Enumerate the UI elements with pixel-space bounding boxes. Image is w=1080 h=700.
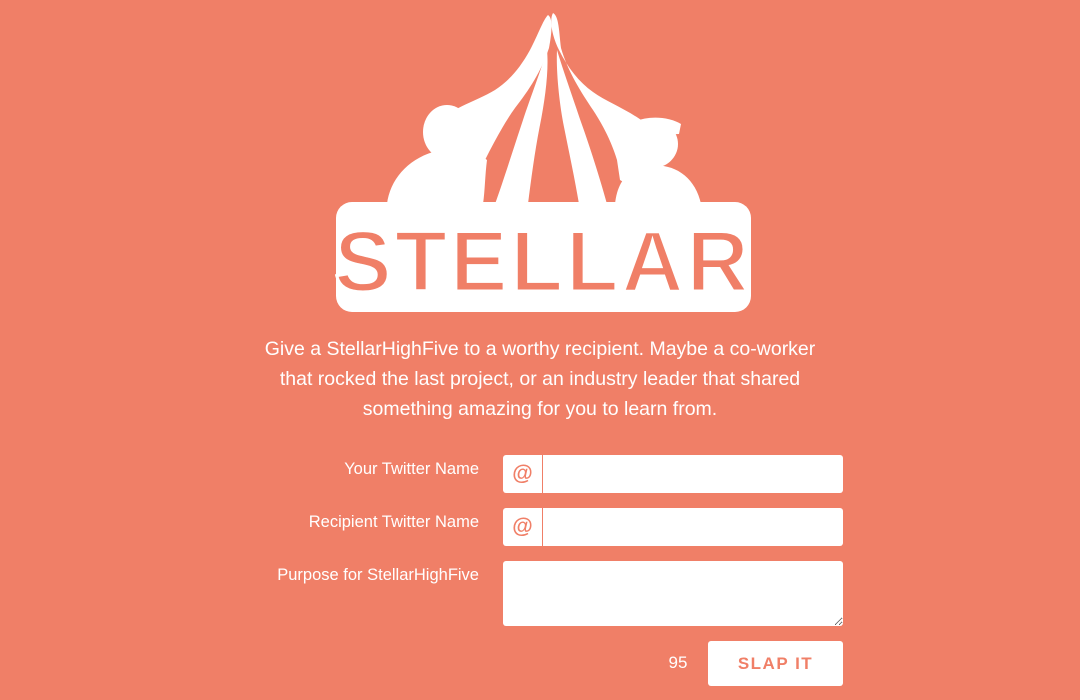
at-sign-icon: @	[503, 508, 543, 546]
high-five-silhouette-icon	[387, 13, 701, 204]
page: STELLAR STELLAR Give a StellarHighFive t…	[0, 0, 1080, 700]
purpose-textarea[interactable]	[503, 561, 843, 626]
stellar-logo: STELLAR STELLAR	[335, 10, 752, 314]
your-twitter-field: @	[503, 455, 843, 493]
stellar-wordmark-inline: STELLAR	[335, 214, 752, 310]
purpose-label: Purpose for StellarHighFive	[277, 566, 479, 584]
your-twitter-input[interactable]	[543, 455, 843, 493]
character-counter: 95	[668, 653, 688, 672]
recipient-twitter-input[interactable]	[543, 508, 843, 546]
recipient-twitter-label: Recipient Twitter Name	[308, 513, 479, 531]
your-twitter-label: Your Twitter Name	[344, 460, 479, 478]
purpose-field	[503, 561, 843, 626]
intro-text: Give a StellarHighFive to a worthy recip…	[264, 338, 816, 420]
slap-it-button[interactable]: SLAP IT	[708, 641, 843, 686]
at-sign-icon: @	[503, 455, 543, 493]
recipient-twitter-field: @	[503, 508, 843, 546]
